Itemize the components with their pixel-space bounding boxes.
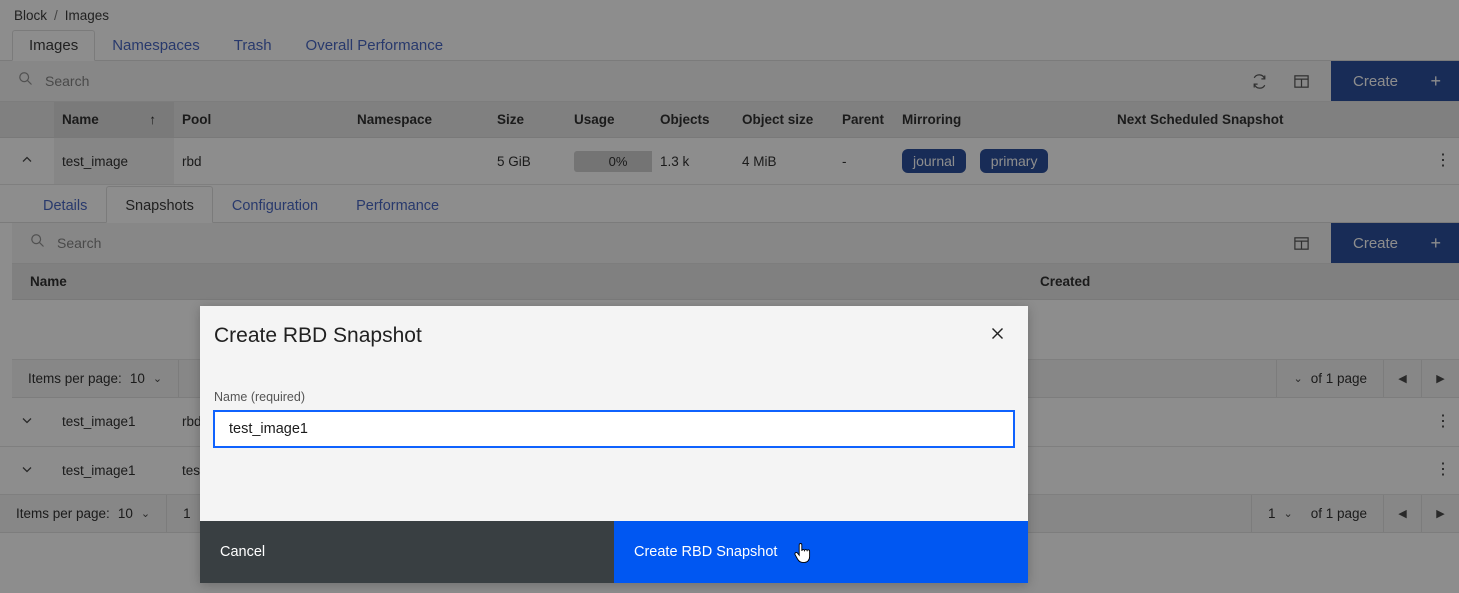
close-icon[interactable] <box>987 324 1008 345</box>
create-rbd-snapshot-modal: Create RBD Snapshot Name (required) Canc… <box>200 306 1028 583</box>
snapshot-name-input[interactable] <box>213 410 1015 448</box>
modal-title: Create RBD Snapshot <box>214 324 422 347</box>
app-root: Block / Images Images Namespaces Trash O… <box>0 0 1459 593</box>
mouse-cursor-icon <box>794 543 811 563</box>
modal-body: Name (required) <box>200 368 1028 521</box>
name-field-label: Name (required) <box>214 390 306 404</box>
modal-footer: Cancel Create RBD Snapshot <box>200 521 1028 583</box>
cancel-button[interactable]: Cancel <box>200 521 614 583</box>
modal-header: Create RBD Snapshot <box>200 306 1028 368</box>
submit-button-label: Create RBD Snapshot <box>634 544 778 560</box>
create-rbd-snapshot-submit-button[interactable]: Create RBD Snapshot <box>614 521 1028 583</box>
